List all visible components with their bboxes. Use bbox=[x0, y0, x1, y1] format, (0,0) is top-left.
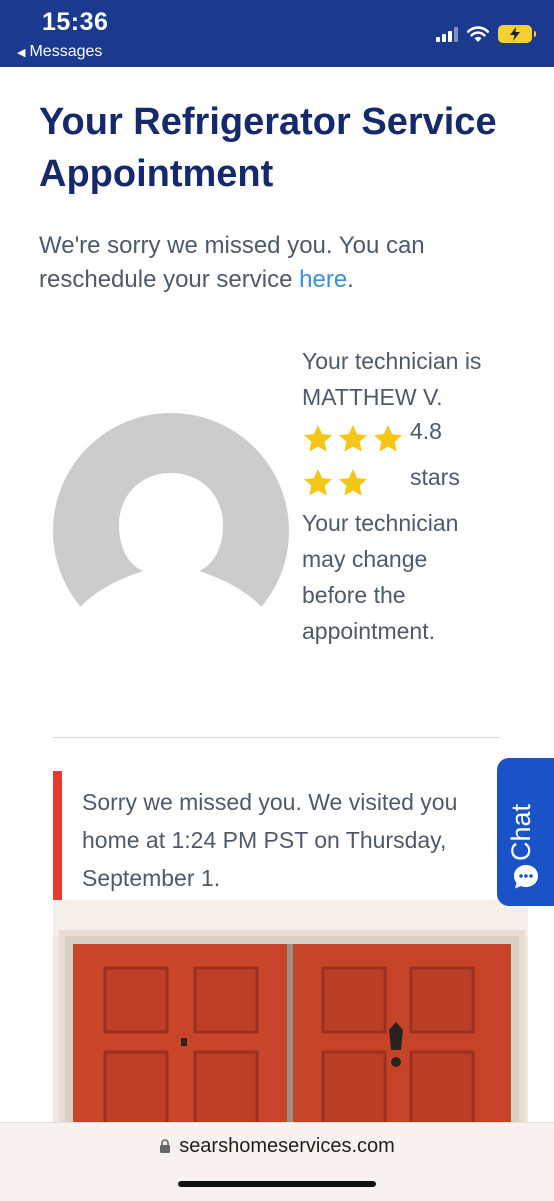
rating-unit: stars bbox=[410, 464, 460, 490]
status-icons bbox=[436, 22, 536, 46]
status-bar: 15:36 ◀ Messages bbox=[0, 0, 554, 67]
chat-label: Chat bbox=[506, 803, 536, 861]
visit-notice-text: Sorry we missed you. We visited you home … bbox=[82, 783, 522, 897]
default-user-avatar-icon bbox=[53, 413, 289, 613]
missed-message-period: . bbox=[347, 266, 354, 293]
visit-notice-line: Sorry we missed you. We visited you bbox=[82, 789, 458, 815]
back-to-messages-button[interactable]: ◀ Messages bbox=[17, 43, 102, 61]
url-display[interactable]: searshomeservices.com bbox=[0, 1135, 554, 1158]
missed-message-text: We're sorry we missed you. You can resch… bbox=[39, 232, 425, 293]
technician-change-note: Your technician may change before the ap… bbox=[302, 510, 459, 644]
page-title: Your Refrigerator Service Appointment bbox=[39, 101, 497, 195]
technician-rating: 4.8 stars bbox=[302, 415, 532, 505]
lock-icon bbox=[160, 1139, 171, 1153]
visit-notice: Sorry we missed you. We visited you home … bbox=[53, 771, 522, 900]
status-time: 15:36 bbox=[42, 8, 109, 36]
cellular-signal-icon bbox=[436, 26, 458, 42]
divider bbox=[53, 737, 500, 738]
browser-url-bar[interactable]: searshomeservices.com bbox=[0, 1122, 554, 1201]
chat-button[interactable]: Chat bbox=[497, 758, 554, 906]
technician-name: Your technician is MATTHEW V. bbox=[302, 348, 482, 410]
url-text: searshomeservices.com bbox=[179, 1135, 395, 1157]
home-indicator[interactable] bbox=[178, 1181, 376, 1187]
battery-charging-icon bbox=[498, 25, 536, 43]
rating-value: 4.8 bbox=[410, 418, 442, 444]
technician-info: Your technician is MATTHEW V. 4.8 stars … bbox=[302, 343, 532, 649]
back-label: Messages bbox=[29, 43, 103, 60]
star-icon bbox=[374, 425, 402, 452]
visit-notice-line: September 1. bbox=[82, 865, 221, 891]
reschedule-link[interactable]: here bbox=[299, 266, 347, 293]
visit-notice-line: home at 1:24 PM PST on Thursday, bbox=[82, 827, 447, 853]
wifi-icon bbox=[466, 26, 490, 42]
front-door-photo bbox=[53, 900, 528, 1122]
star-icon bbox=[304, 425, 332, 452]
missed-you-message: We're sorry we missed you. You can resch… bbox=[39, 229, 509, 297]
star-icon bbox=[304, 469, 332, 496]
star-icon bbox=[339, 469, 367, 496]
chat-bubble-icon bbox=[514, 865, 538, 889]
back-arrow-icon: ◀ bbox=[17, 46, 26, 59]
star-icon bbox=[339, 425, 367, 452]
